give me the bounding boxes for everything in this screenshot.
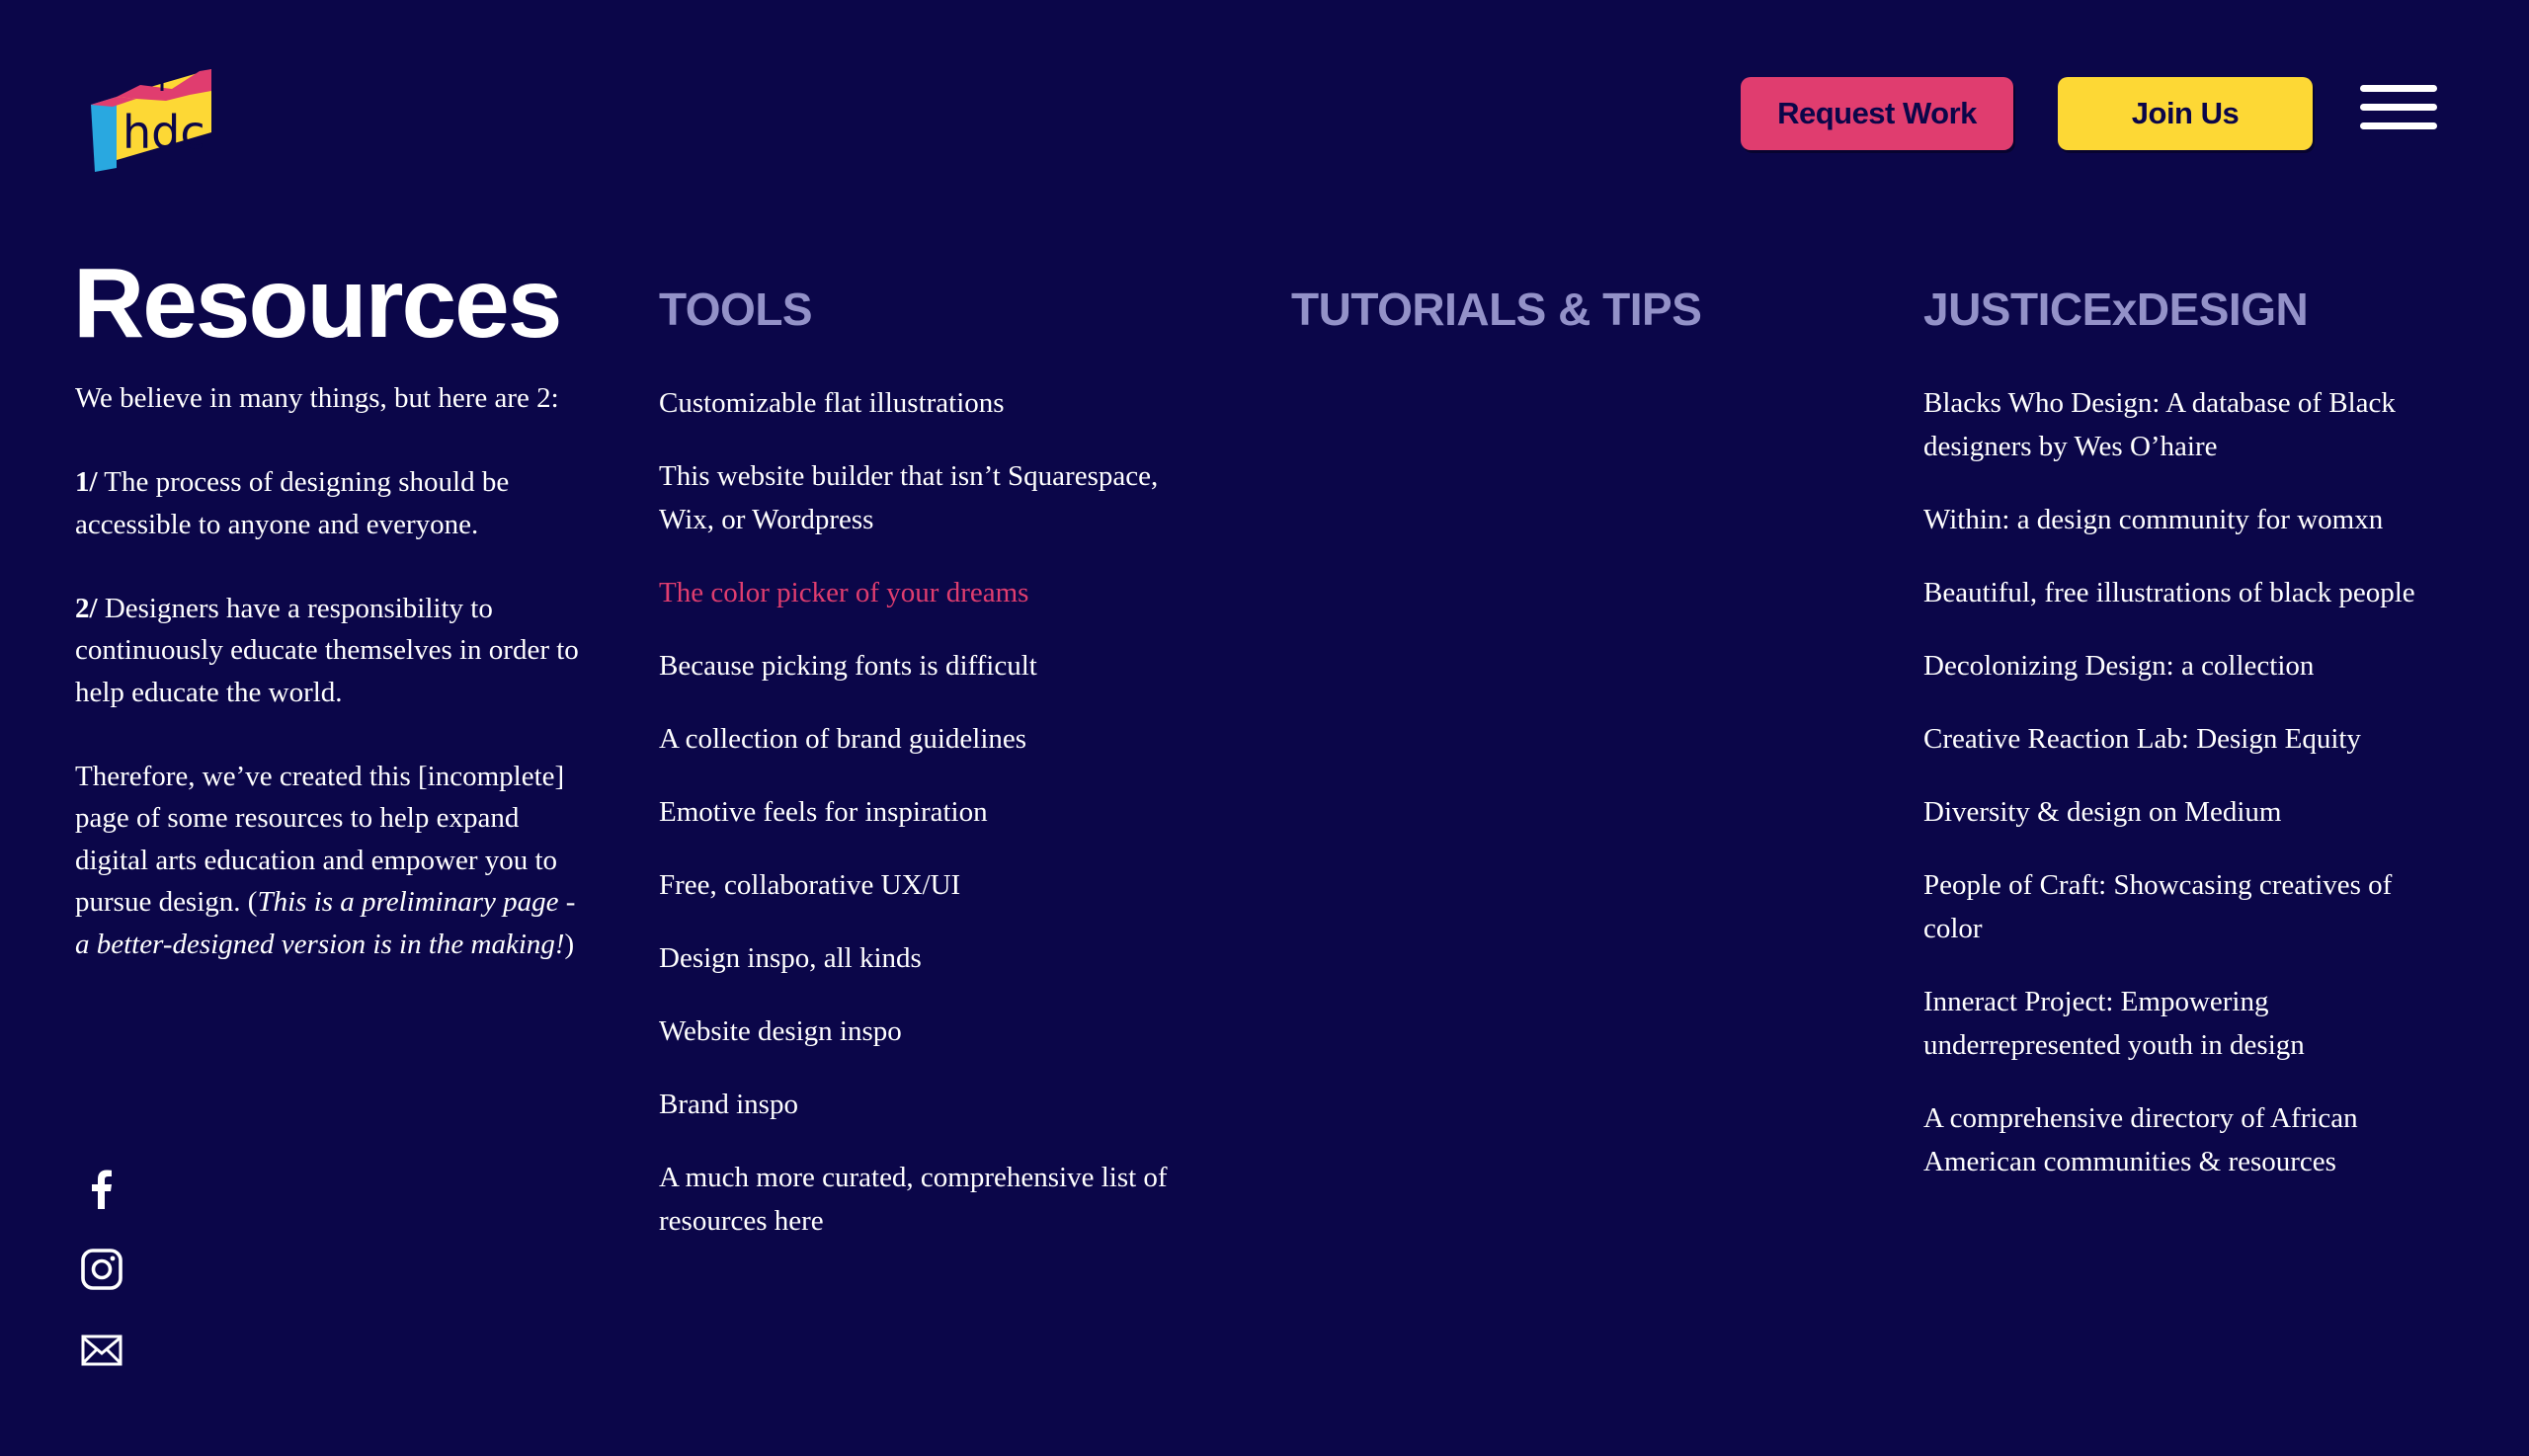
facebook-icon[interactable] — [79, 1166, 124, 1211]
resource-link[interactable]: Decolonizing Design: a collection — [1923, 644, 2447, 688]
resource-link[interactable]: Design inspo, all kinds — [659, 936, 1212, 980]
hamburger-icon[interactable] — [2360, 85, 2437, 130]
resource-link[interactable]: Website design inspo — [659, 1010, 1212, 1053]
menu-bar — [2360, 85, 2437, 92]
resource-link[interactable]: Customizable flat illustrations — [659, 381, 1212, 425]
point-number: 2/ — [75, 592, 98, 624]
point-text: The process of designing should be acces… — [75, 466, 510, 540]
mail-icon[interactable] — [79, 1328, 124, 1373]
justice-list: Blacks Who Design: A database of Black d… — [1923, 381, 2447, 1213]
request-work-button[interactable]: Request Work — [1741, 77, 2013, 150]
tools-heading: TOOLS — [659, 283, 813, 335]
join-us-button[interactable]: Join Us — [2058, 77, 2313, 150]
hdc-logo[interactable]: hdc — [83, 61, 219, 178]
intro-text-close: ) — [564, 928, 575, 960]
resource-link[interactable]: Creative Reaction Lab: Design Equity — [1923, 717, 2447, 761]
tools-list: Customizable flat illustrations This web… — [659, 381, 1212, 1272]
intro-paragraph-3: 2/ Designers have a responsibility to co… — [75, 588, 579, 714]
resource-link[interactable]: Free, collaborative UX/UI — [659, 863, 1212, 907]
instagram-icon[interactable] — [79, 1247, 124, 1292]
resource-link[interactable]: A collection of brand guidelines — [659, 717, 1212, 761]
resource-link[interactable]: This website builder that isn’t Squaresp… — [659, 454, 1212, 541]
menu-bar — [2360, 104, 2437, 111]
page-title: Resources — [73, 248, 562, 359]
resource-link-hovered[interactable]: The color picker of your dreams — [659, 571, 1212, 614]
tutorials-heading: TUTORIALS & TIPS — [1291, 283, 1702, 335]
resource-link[interactable]: Blacks Who Design: A database of Black d… — [1923, 381, 2447, 468]
logo-text: hdc — [122, 106, 205, 159]
point-text: Designers have a responsibility to conti… — [75, 592, 579, 708]
resource-link[interactable]: People of Craft: Showcasing creatives of… — [1923, 863, 2447, 950]
resource-link[interactable]: Because picking fonts is difficult — [659, 644, 1212, 688]
resource-link[interactable]: A much more curated, comprehensive list … — [659, 1156, 1212, 1243]
intro-paragraph-1: We believe in many things, but here are … — [75, 382, 559, 414]
resource-link[interactable]: A comprehensive directory of African Ame… — [1923, 1096, 2447, 1183]
resource-link[interactable]: Inneract Project: Empowering underrepres… — [1923, 980, 2447, 1067]
resource-link[interactable]: Emotive feels for inspiration — [659, 790, 1212, 834]
intro-paragraph-2: 1/ The process of designing should be ac… — [75, 461, 579, 545]
resource-link[interactable]: Diversity & design on Medium — [1923, 790, 2447, 834]
menu-bar — [2360, 122, 2437, 129]
resource-link[interactable]: Within: a design community for womxn — [1923, 498, 2447, 541]
intro-paragraph-4: Therefore, we’ve created this [incomplet… — [75, 756, 579, 966]
intro-text: We believe in many things, but here are … — [75, 377, 579, 1008]
justice-heading: JUSTICExDESIGN — [1923, 283, 2309, 335]
resource-link[interactable]: Beautiful, free illustrations of black p… — [1923, 571, 2447, 614]
point-number: 1/ — [75, 466, 98, 498]
resource-link[interactable]: Brand inspo — [659, 1083, 1212, 1126]
